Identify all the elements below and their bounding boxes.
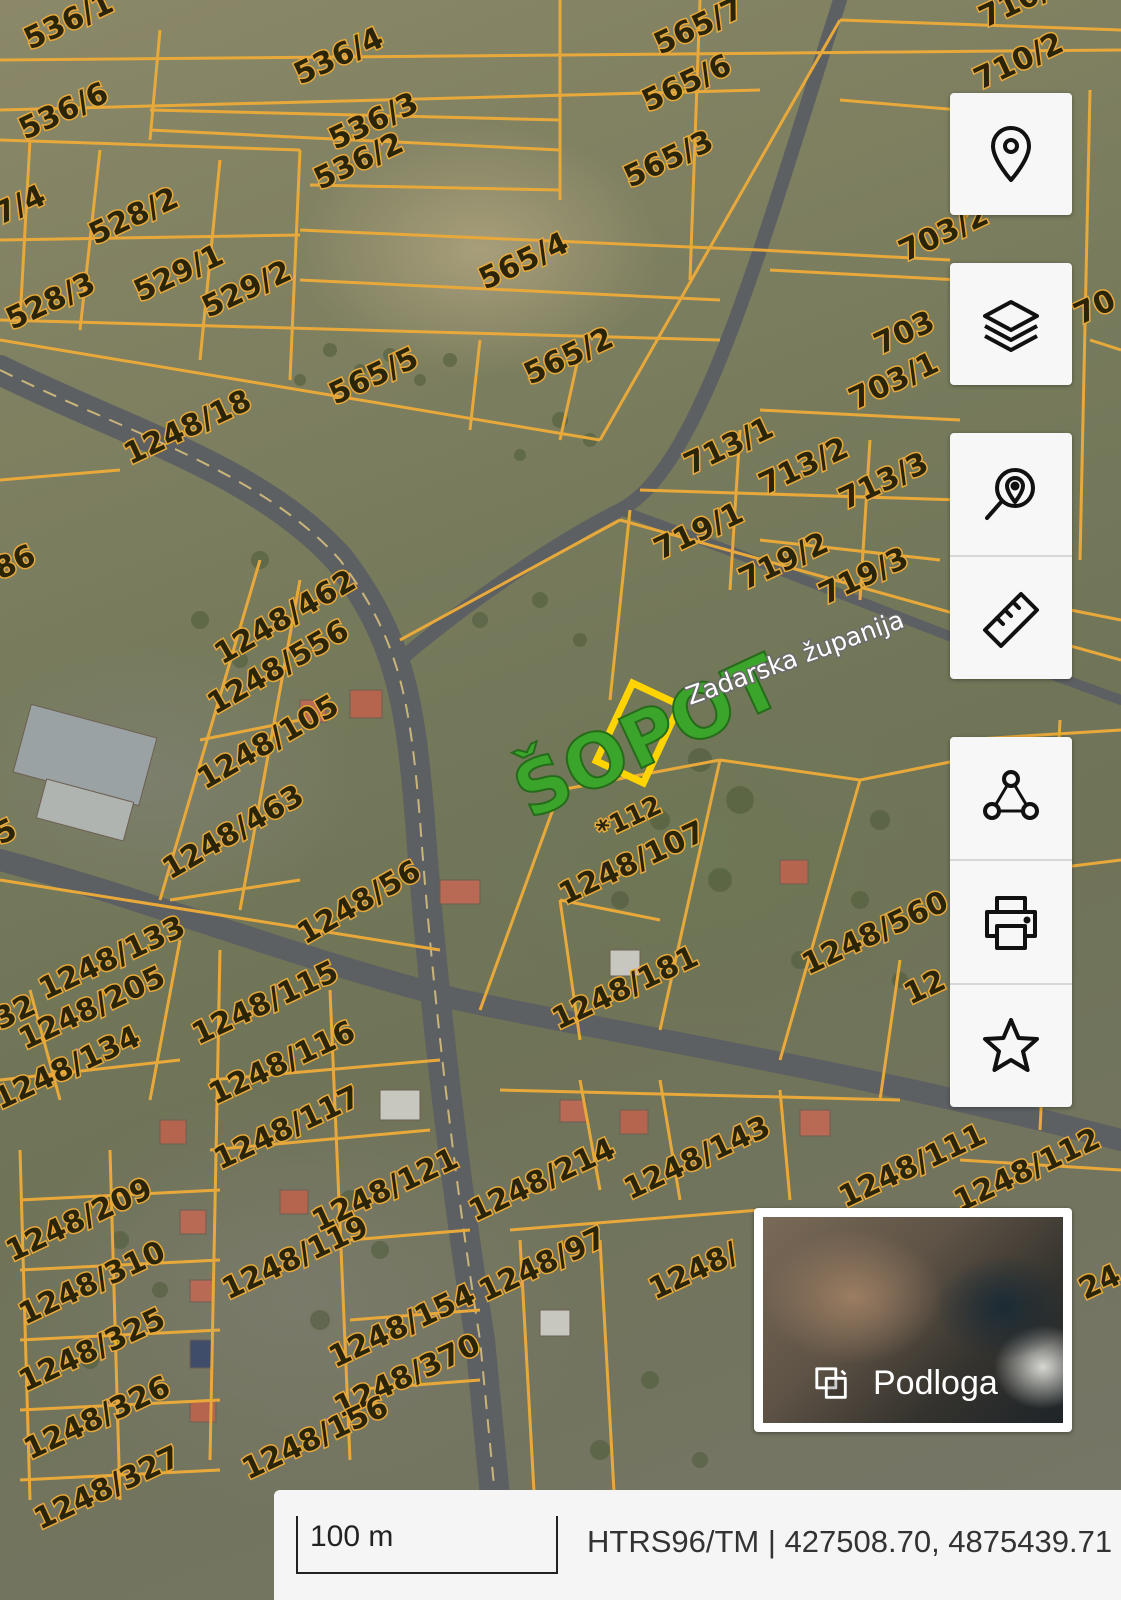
parcel-label: 565/4 xyxy=(474,226,574,298)
parcel-label: 528/3 xyxy=(1,266,101,338)
parcel-label: 565/3 xyxy=(619,124,719,196)
layers-control xyxy=(950,263,1072,385)
basemap-thumbnail: Podloga xyxy=(763,1217,1063,1423)
basemap-switch-icon xyxy=(815,1366,847,1399)
polygon-icon xyxy=(983,770,1039,820)
parcel-label: 565/2 xyxy=(519,321,619,393)
coordinate-readout: HTRS96/TM | 427508.70, 4875439.71 xyxy=(587,1524,1112,1560)
parcel-label: 1248/ xyxy=(644,1236,744,1308)
measure-button[interactable] xyxy=(950,555,1072,679)
parcel-label: 565/6 xyxy=(637,48,737,120)
coordinate-values: 427508.70, 4875439.71 xyxy=(784,1524,1113,1559)
basemap-label: Podloga xyxy=(813,1364,998,1403)
projection-label: HTRS96/TM xyxy=(587,1524,760,1559)
parcel-label: 536/1 xyxy=(19,0,119,57)
parcel-label: 710/2 xyxy=(969,26,1069,98)
parcel-label: 12 xyxy=(899,963,952,1012)
actions-control xyxy=(950,737,1072,1107)
basemap-switcher[interactable]: Podloga xyxy=(754,1208,1072,1432)
star-icon xyxy=(983,1018,1039,1072)
parcel-label: 536/6 xyxy=(14,76,114,148)
location-control xyxy=(950,93,1072,215)
layers-icon xyxy=(983,300,1039,352)
status-bar: 100 m HTRS96/TM | 427508.70, 4875439.71 xyxy=(274,1490,1121,1600)
favorite-button[interactable] xyxy=(950,983,1072,1107)
layers-button[interactable] xyxy=(950,263,1072,385)
parcel-label: 70 xyxy=(1069,283,1121,332)
parcel-label: 24 xyxy=(1074,1258,1121,1307)
scale-label: 100 m xyxy=(310,1520,394,1553)
search-location-button[interactable] xyxy=(950,433,1072,555)
scale-bar: 100 m xyxy=(296,1516,558,1574)
print-button[interactable] xyxy=(950,859,1072,983)
search-location-icon xyxy=(985,468,1035,520)
my-location-button[interactable] xyxy=(950,93,1072,215)
map-pin-icon xyxy=(991,126,1031,182)
draw-button[interactable] xyxy=(950,737,1072,859)
parcel-label: 86 xyxy=(0,538,41,587)
parcel-label: 1248/156 xyxy=(237,1389,394,1487)
parcel-label: 528/2 xyxy=(84,181,184,253)
parcel-label: 5 xyxy=(0,812,22,853)
printer-icon xyxy=(985,896,1037,950)
parcel-label: 1248/97 xyxy=(474,1220,612,1309)
coordinate-separator: | xyxy=(759,1524,785,1559)
ruler-icon xyxy=(983,592,1039,648)
parcel-label: 1248/119 xyxy=(217,1209,374,1307)
tools-control xyxy=(950,433,1072,679)
basemap-label-text: Podloga xyxy=(873,1364,998,1402)
parcel-label: 536/4 xyxy=(289,21,389,93)
